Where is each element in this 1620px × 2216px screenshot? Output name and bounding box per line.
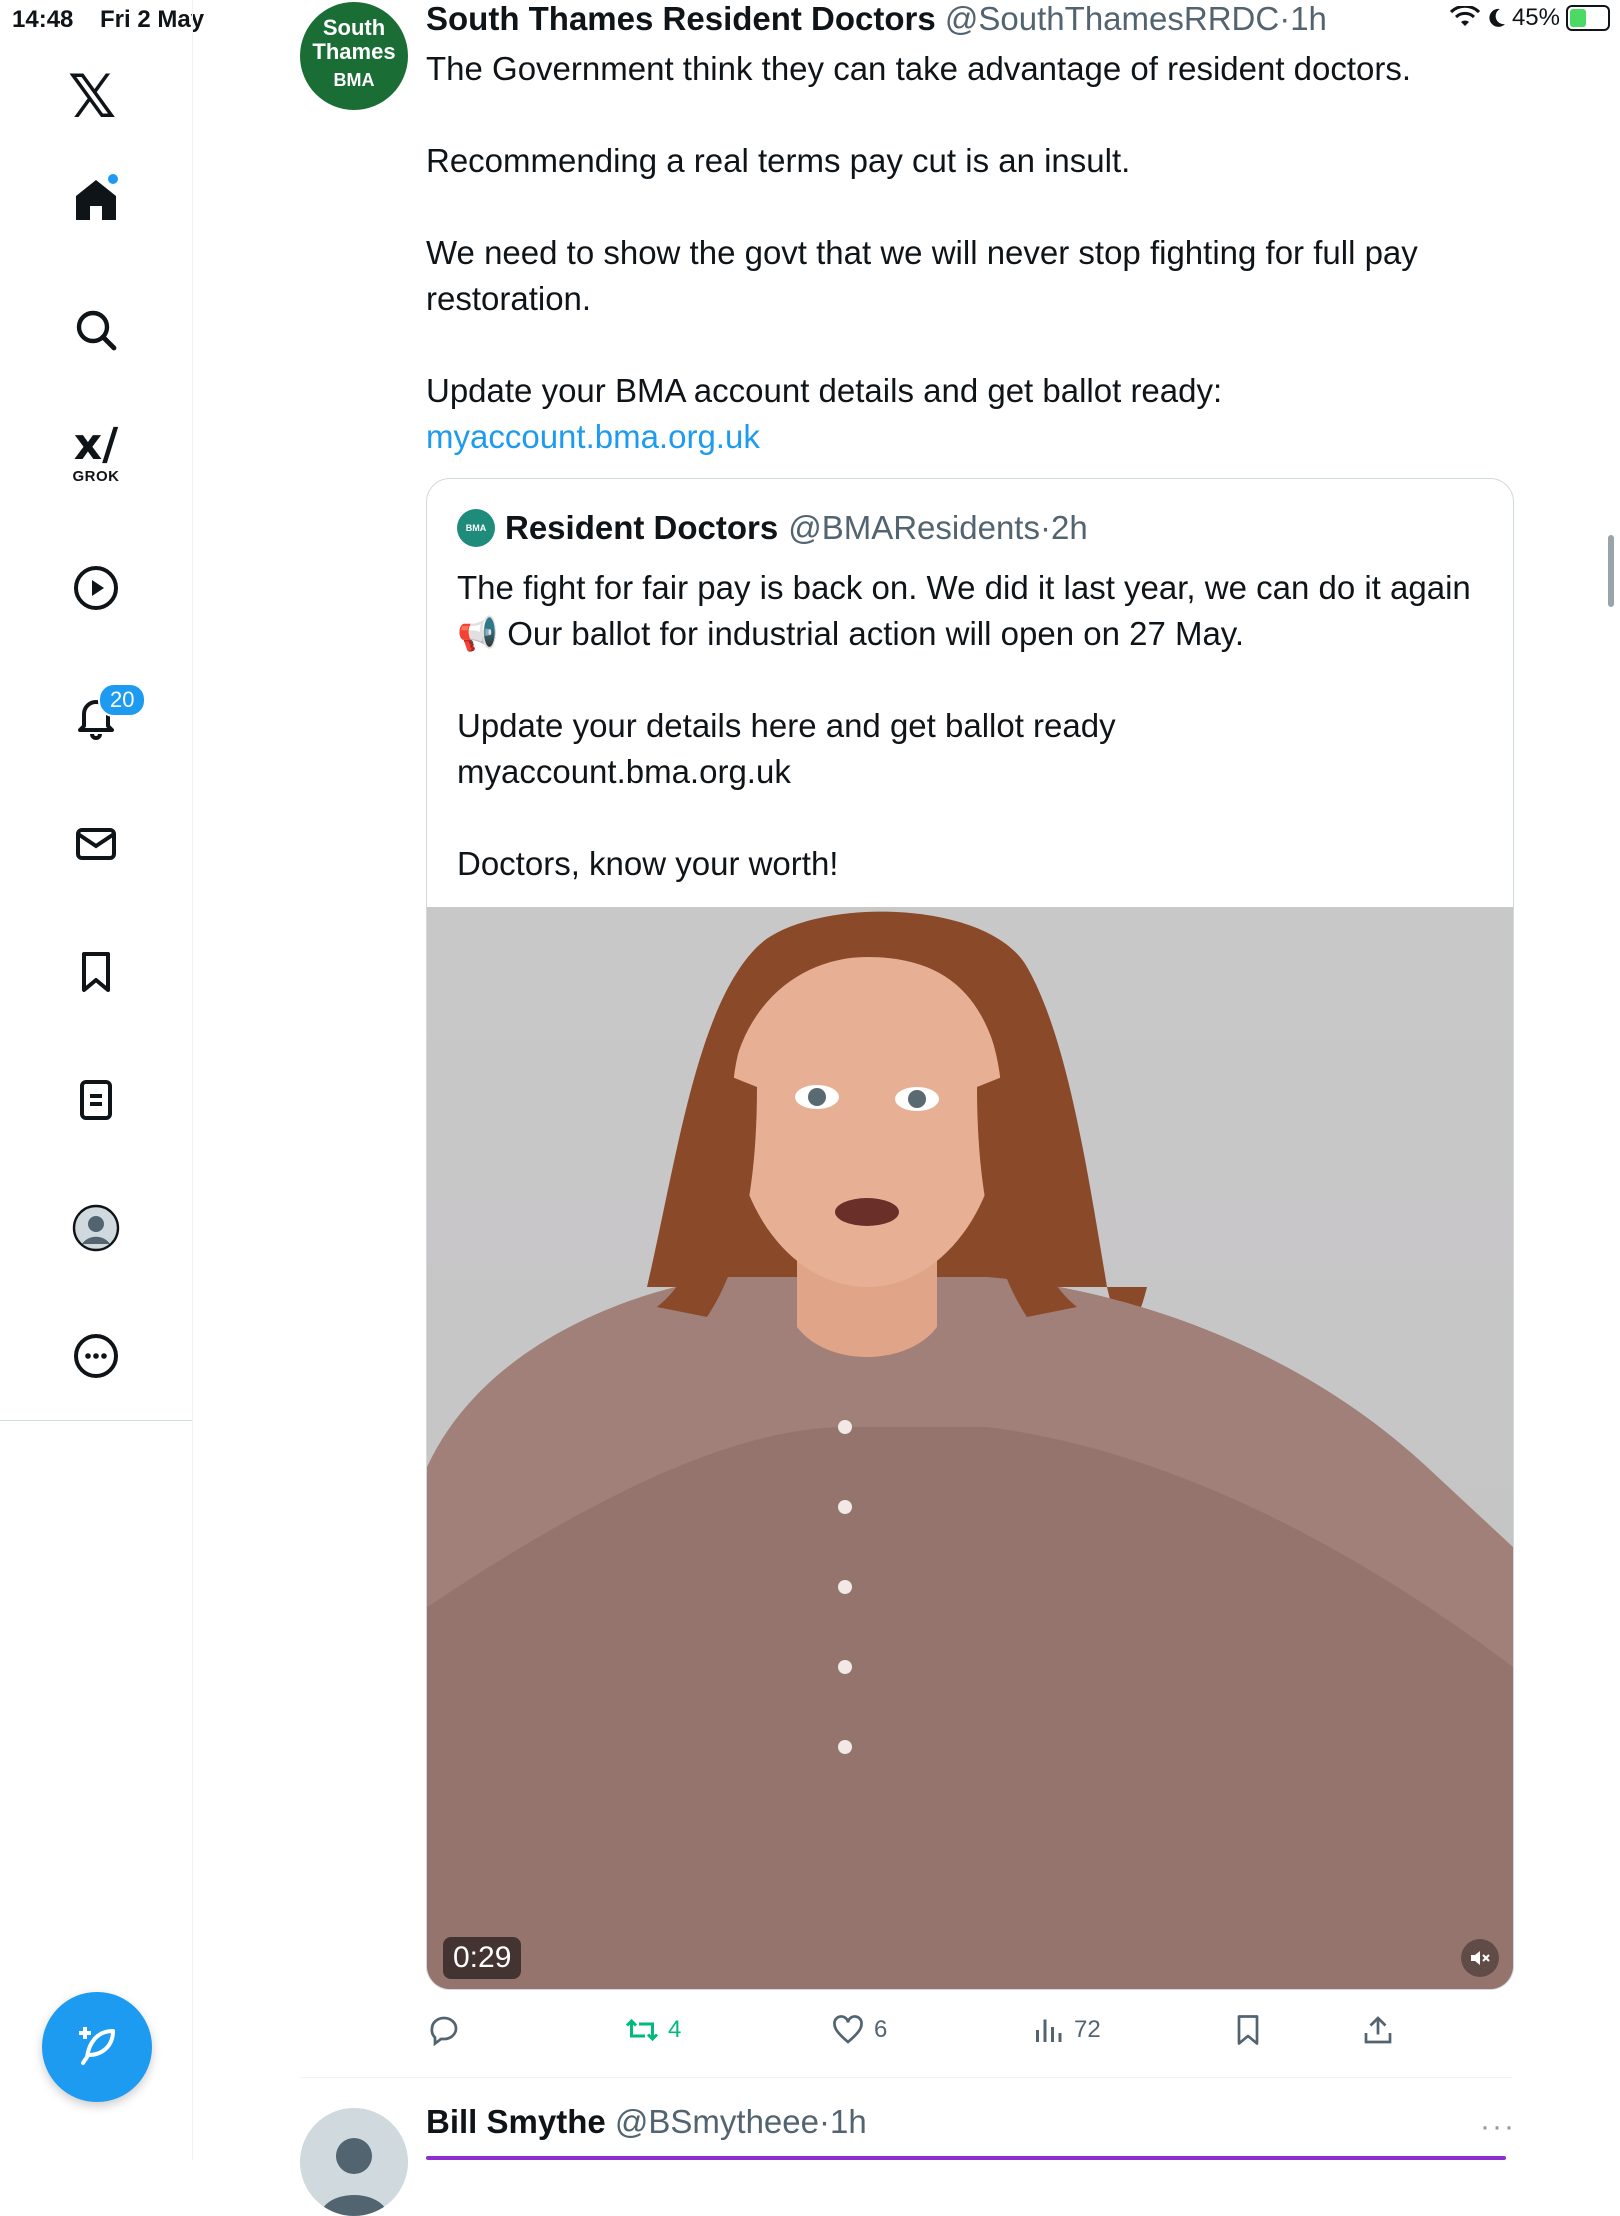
- video-duration: 0:29: [443, 1937, 522, 1979]
- x-logo-icon[interactable]: 𝕏: [68, 62, 116, 132]
- next-author-handle[interactable]: @BSmytheee: [615, 2103, 819, 2140]
- status-indicators: 45%: [1449, 4, 1610, 32]
- views-count: 72: [1074, 2016, 1101, 2043]
- battery-icon: [1566, 5, 1610, 31]
- separator-dot: ·: [1039, 509, 1051, 546]
- quote-author-handle[interactable]: @BMAResidents: [788, 509, 1040, 547]
- next-author-name[interactable]: Bill Smythe: [426, 2103, 606, 2140]
- nav-explore[interactable]: [56, 290, 136, 370]
- tweet-link[interactable]: myaccount.bma.org.uk: [426, 418, 760, 455]
- search-icon: [76, 310, 117, 351]
- grok-icon: x∕: [73, 419, 119, 470]
- separator-dot: ·: [1279, 0, 1291, 37]
- nav-grok[interactable]: x∕ GROK: [64, 419, 128, 486]
- list-icon: [80, 1080, 112, 1120]
- like-count: 6: [874, 2016, 888, 2043]
- tweet-time[interactable]: 1h: [1290, 0, 1327, 37]
- views-button[interactable]: 72: [1030, 2006, 1101, 2054]
- heart-icon: [833, 2015, 863, 2044]
- play-icon: [74, 566, 118, 610]
- bookmark-icon: [82, 952, 110, 992]
- compose-feather-icon: [79, 2027, 115, 2065]
- profile-avatar-icon: [72, 1204, 120, 1252]
- quote-paragraph: Doctors, know your worth!: [457, 845, 839, 882]
- scrollbar-thumb[interactable]: [1608, 535, 1614, 607]
- sidebar-divider: [0, 1420, 192, 1421]
- more-options-button[interactable]: ···: [1480, 2110, 1516, 2144]
- next-tweet-media-edge: [426, 2156, 1506, 2160]
- next-tweet-header: Bill Smythe @BSmytheee·1h: [426, 2103, 867, 2141]
- share-button[interactable]: [1360, 2006, 1396, 2054]
- video-player[interactable]: 0:29: [427, 907, 1513, 1989]
- moon-icon: [1489, 8, 1505, 27]
- grok-label: GROK: [72, 468, 120, 485]
- quote-body: The fight for fair pay is back on. We di…: [457, 565, 1487, 887]
- quote-paragraph: Update your details here and get ballot …: [457, 707, 1116, 744]
- nav-videos[interactable]: [56, 548, 136, 628]
- home-unread-dot: [108, 174, 118, 184]
- author-handle[interactable]: @SouthThamesRRDC: [945, 0, 1279, 37]
- tweet-paragraph: Recommending a real terms pay cut is an …: [426, 142, 1131, 179]
- battery-percent: 45%: [1511, 4, 1560, 31]
- tweet-paragraph: We need to show the govt that we will ne…: [426, 234, 1418, 317]
- bookmark-button[interactable]: [1230, 2006, 1266, 2054]
- nav-profile[interactable]: [56, 1188, 136, 1268]
- quoted-tweet-card[interactable]: BMA Resident Doctors @BMAResidents · 2h Th…: [426, 478, 1514, 1990]
- more-circle-icon: [74, 1334, 118, 1378]
- video-frame-speaker: [427, 911, 1513, 1989]
- default-avatar-icon: [320, 2138, 388, 2216]
- like-button[interactable]: 6: [830, 2006, 887, 2054]
- tweet-paragraph: The Government think they can take advan…: [426, 50, 1412, 87]
- avatar-text-line2: Thames: [312, 39, 396, 64]
- quote-paragraph: The fight for fair pay is back on. We di…: [457, 569, 1471, 652]
- repost-button[interactable]: 4: [624, 2006, 681, 2054]
- separator-dot: ·: [818, 2103, 830, 2140]
- avatar-text-line1: South: [322, 15, 386, 40]
- nav-more[interactable]: [56, 1316, 136, 1396]
- quote-paragraph: myaccount.bma.org.uk: [457, 753, 791, 790]
- share-icon: [1364, 2016, 1392, 2044]
- mail-icon: [76, 828, 116, 860]
- quote-author-name[interactable]: Resident Doctors: [505, 509, 778, 547]
- nav-home[interactable]: [56, 160, 136, 240]
- views-chart-icon: [1036, 2019, 1062, 2042]
- reply-icon: [430, 2016, 458, 2047]
- avatar-text-line3: BMA: [333, 70, 375, 90]
- bookmark-icon: [1237, 2015, 1259, 2045]
- tweet-divider: [300, 2077, 1512, 2078]
- compose-post-button[interactable]: [42, 1992, 152, 2102]
- tweet-action-bar: 4 6 72: [426, 2006, 1526, 2054]
- next-author-avatar[interactable]: [300, 2108, 408, 2216]
- repost-count: 4: [668, 2016, 682, 2043]
- tweet-body: The Government think they can take advan…: [426, 46, 1516, 460]
- sidebar: 𝕏 x∕ GROK 20: [0, 0, 193, 2160]
- reply-button[interactable]: [426, 2006, 462, 2054]
- author-name[interactable]: South Thames Resident Doctors: [426, 0, 936, 37]
- wifi-icon: [1449, 6, 1480, 26]
- author-avatar[interactable]: South Thames BMA: [300, 2, 408, 110]
- mute-button[interactable]: [1461, 1939, 1499, 1977]
- quote-author-avatar[interactable]: BMA: [457, 509, 495, 547]
- nav-lists[interactable]: [56, 1060, 136, 1140]
- next-tweet-time: 1h: [829, 2103, 867, 2140]
- notifications-badge: 20: [98, 683, 147, 717]
- speaker-muted-icon: [1471, 1951, 1490, 1965]
- quote-time: 2h: [1050, 509, 1088, 546]
- repost-icon: [625, 2018, 659, 2042]
- nav-bookmarks[interactable]: [56, 932, 136, 1012]
- quote-header: BMA Resident Doctors @BMAResidents · 2h: [457, 509, 1088, 547]
- tweet-paragraph: Update your BMA account details and get …: [426, 372, 1223, 409]
- nav-messages[interactable]: [56, 804, 136, 884]
- tweet-header: South Thames Resident Doctors @SouthTham…: [426, 0, 1327, 38]
